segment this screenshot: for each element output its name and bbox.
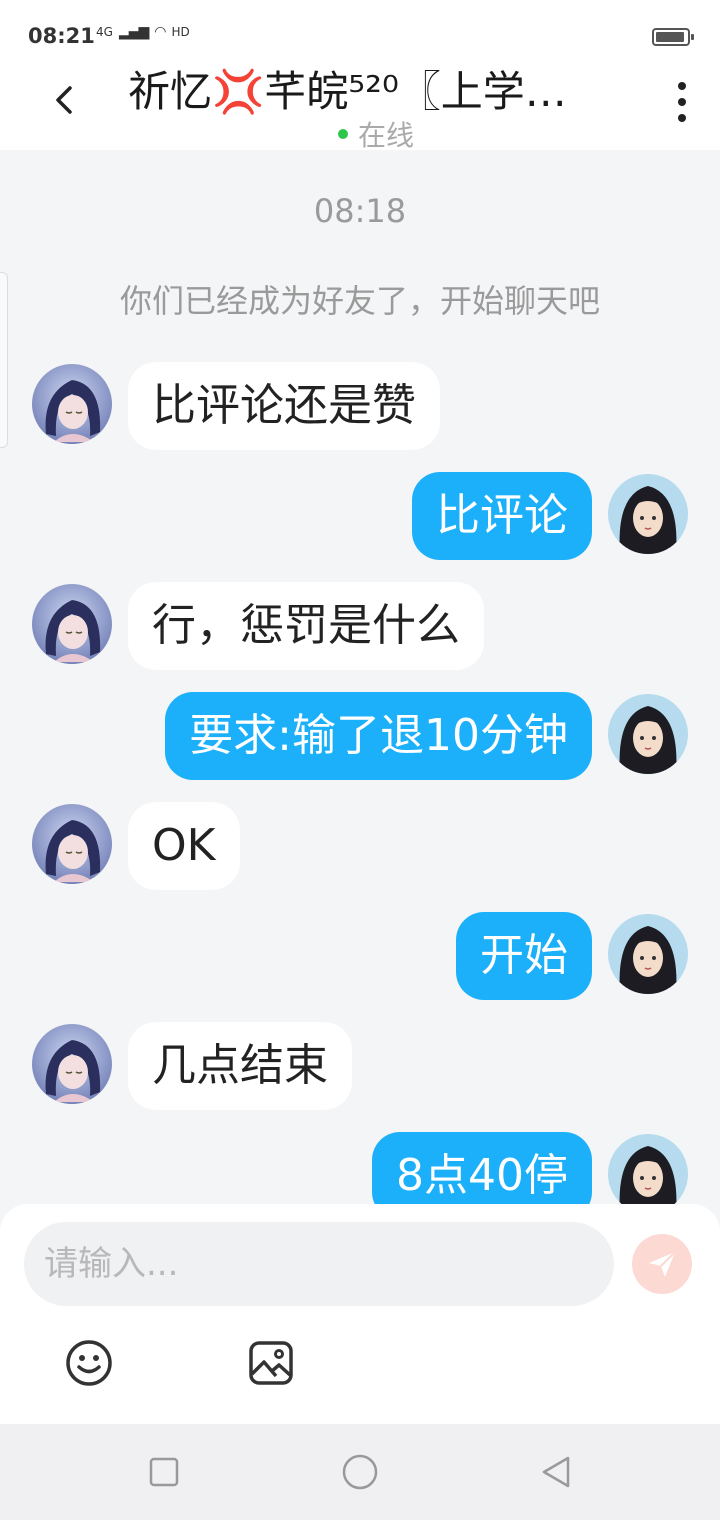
sent-message-bubble[interactable]: 要求:输了退10分钟 bbox=[165, 692, 592, 780]
network-label: 4G bbox=[96, 25, 113, 39]
message-row: OK bbox=[0, 802, 720, 894]
battery-icon bbox=[652, 28, 694, 46]
sent-message-bubble[interactable]: 开始 bbox=[456, 912, 592, 1000]
received-message-bubble[interactable]: 比评论还是赞 bbox=[128, 362, 440, 450]
image-button[interactable] bbox=[246, 1338, 296, 1388]
received-message-bubble[interactable]: OK bbox=[128, 802, 240, 890]
status-icons: 4G ▂▄▆ ◠ HD bbox=[96, 24, 190, 40]
contact-avatar[interactable] bbox=[32, 804, 112, 884]
message-row: 开始 bbox=[0, 912, 720, 1004]
back-button[interactable] bbox=[44, 80, 84, 120]
system-back-button[interactable] bbox=[536, 1452, 576, 1492]
triangle-back-icon bbox=[542, 1456, 570, 1488]
chevron-left-icon bbox=[56, 86, 72, 114]
message-timestamp: 08:18 bbox=[313, 192, 407, 230]
input-panel: 请输入... bbox=[0, 1204, 720, 1424]
chat-title: 祈忆💢芊皖⁵²⁰〖上学… bbox=[128, 67, 567, 116]
received-message-bubble[interactable]: 行，惩罚是什么 bbox=[128, 582, 484, 670]
chat-area[interactable]: 08:18 你们已经成为好友了，开始聊天吧 比评论还是赞比评论行，惩罚是什么要求… bbox=[0, 150, 720, 1206]
signal-icon: ▂▄▆ bbox=[118, 24, 149, 40]
send-button[interactable] bbox=[632, 1234, 692, 1294]
image-icon bbox=[249, 1341, 293, 1385]
contact-avatar[interactable] bbox=[32, 1024, 112, 1104]
status-time: 08:21 bbox=[28, 24, 95, 48]
message-row: 比评论还是赞 bbox=[0, 362, 720, 454]
online-status: 在线 bbox=[338, 114, 414, 154]
my-avatar[interactable] bbox=[608, 914, 688, 994]
message-row: 行，惩罚是什么 bbox=[0, 582, 720, 674]
system-nav-bar bbox=[0, 1424, 720, 1520]
message-input[interactable]: 请输入... bbox=[24, 1222, 614, 1306]
system-message: 你们已经成为好友了，开始聊天吧 bbox=[119, 282, 600, 320]
more-vertical-icon bbox=[678, 82, 686, 90]
status-bar: 08:21 4G ▂▄▆ ◠ HD bbox=[0, 0, 720, 56]
my-avatar[interactable] bbox=[608, 474, 688, 554]
chat-header: 祈忆💢芊皖⁵²⁰〖上学… 在线 bbox=[0, 56, 720, 152]
circle-icon bbox=[342, 1454, 378, 1490]
message-row: 8点40停 bbox=[0, 1132, 720, 1206]
home-button[interactable] bbox=[340, 1452, 380, 1492]
square-icon bbox=[149, 1457, 179, 1487]
received-message-bubble[interactable]: 几点结束 bbox=[128, 1022, 352, 1110]
online-label: 在线 bbox=[358, 119, 415, 152]
my-avatar[interactable] bbox=[608, 694, 688, 774]
emoji-button[interactable] bbox=[64, 1338, 114, 1388]
recent-apps-button[interactable] bbox=[144, 1452, 184, 1492]
my-avatar[interactable] bbox=[608, 1134, 688, 1206]
send-icon bbox=[649, 1251, 676, 1277]
message-row: 要求:输了退10分钟 bbox=[0, 692, 720, 784]
sent-message-bubble[interactable]: 8点40停 bbox=[372, 1132, 592, 1206]
more-button[interactable] bbox=[672, 82, 692, 122]
wifi-icon: ◠ bbox=[154, 24, 166, 40]
contact-avatar[interactable] bbox=[32, 584, 112, 664]
message-row: 几点结束 bbox=[0, 1022, 720, 1114]
contact-avatar[interactable] bbox=[32, 364, 112, 444]
hd-label: HD bbox=[171, 25, 190, 39]
online-dot-icon bbox=[338, 129, 348, 139]
message-row: 比评论 bbox=[0, 472, 720, 564]
emoji-icon bbox=[66, 1340, 112, 1386]
sent-message-bubble[interactable]: 比评论 bbox=[412, 472, 592, 560]
